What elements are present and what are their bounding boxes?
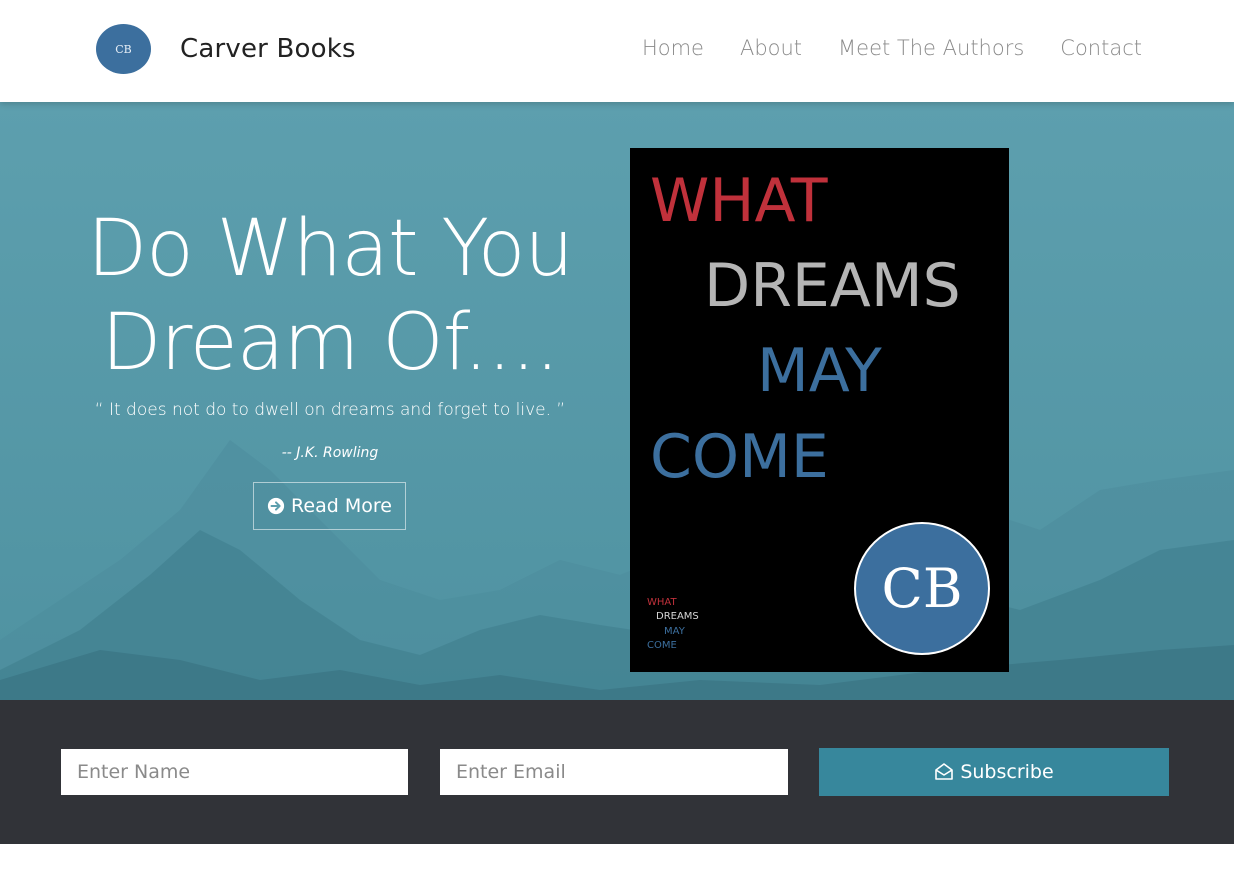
subscribe-label: Subscribe: [960, 761, 1054, 783]
logo-text: CB: [115, 42, 132, 56]
subscribe-bar: Subscribe: [0, 700, 1234, 844]
read-more-button[interactable]: Read More: [253, 482, 406, 530]
book-small-word-may: MAY: [664, 626, 685, 637]
book-cover[interactable]: WHAT DREAMS MAY COME WHAT DREAMS MAY COM…: [630, 148, 1009, 672]
brand-name[interactable]: Carver Books: [180, 34, 356, 64]
hero-section: Do What You Dream Of.... “ It does not d…: [0, 102, 1234, 700]
nav-link-contact[interactable]: Contact: [1060, 36, 1142, 60]
hero-quote: “ It does not do to dwell on dreams and …: [94, 400, 566, 420]
book-word-may: MAY: [757, 336, 882, 406]
book-small-word-come: COME: [647, 640, 677, 651]
book-word-dreams: DREAMS: [704, 251, 961, 321]
book-word-come: COME: [650, 422, 829, 492]
hero-title: Do What You Dream Of....: [87, 204, 574, 388]
arrow-right-icon: [267, 497, 285, 515]
hero-quote-author: -- J.K. Rowling: [281, 445, 379, 461]
book-small-word-dreams: DREAMS: [656, 611, 699, 622]
envelope-open-icon: [935, 763, 954, 780]
nav-links: Home About Meet The Authors Contact: [642, 36, 1142, 60]
book-logo-text: CB: [881, 557, 963, 620]
book-logo: CB: [854, 522, 990, 655]
read-more-label: Read More: [291, 495, 392, 517]
logo[interactable]: CB: [96, 24, 151, 74]
subscribe-button[interactable]: Subscribe: [819, 748, 1169, 796]
book-word-what: WHAT: [650, 166, 828, 236]
book-small-word-what: WHAT: [647, 597, 677, 608]
name-input[interactable]: [61, 749, 408, 795]
email-input[interactable]: [440, 749, 788, 795]
navbar: CB Carver Books Home About Meet The Auth…: [0, 0, 1234, 102]
nav-link-about[interactable]: About: [740, 36, 802, 60]
nav-link-home[interactable]: Home: [642, 36, 704, 60]
nav-link-meet-the-authors[interactable]: Meet The Authors: [838, 36, 1024, 60]
